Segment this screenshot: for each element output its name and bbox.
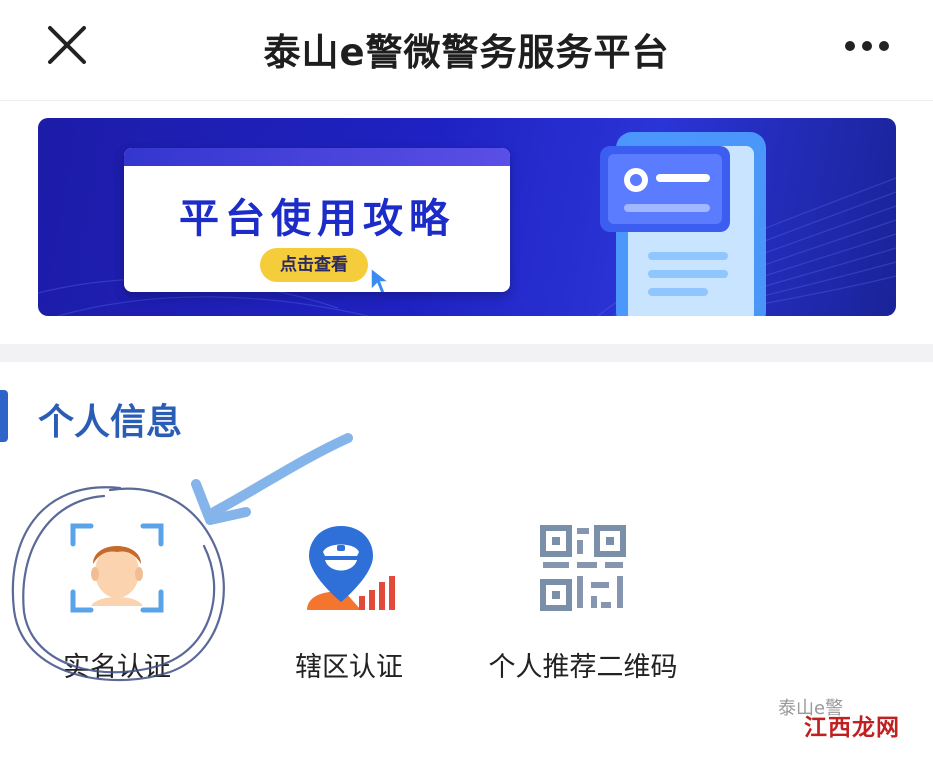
watermark: 泰山e警 江西龙网 [778, 698, 918, 746]
top-bar: 泰山e警微警务服务平台 [0, 0, 933, 101]
watermark-text: 江西龙网 [804, 715, 900, 741]
tile-real-name-auth[interactable]: 实名认证 [12, 520, 222, 688]
cursor-pointer-icon [370, 266, 392, 292]
section-title: 个人信息 [38, 402, 183, 443]
guide-banner[interactable]: 平台使用攻略 点击查看 [38, 118, 896, 316]
banner-card: 平台使用攻略 点击查看 [124, 148, 510, 292]
section-divider [0, 344, 933, 362]
police-location-icon [301, 520, 397, 616]
face-scan-icon [69, 520, 165, 616]
more-dots-icon [845, 41, 889, 51]
page-title: 泰山e警微警务服务平台 [263, 31, 670, 74]
more-button[interactable] [842, 36, 892, 56]
tile-label: 辖区认证 [295, 652, 403, 683]
section-accent-bar [0, 390, 8, 442]
qr-code-icon [535, 520, 631, 616]
phone-illustration-icon [600, 132, 766, 316]
tile-label: 实名认证 [63, 652, 171, 683]
banner-card-strip [124, 148, 510, 166]
tile-referral-qrcode[interactable]: 个人推荐二维码 [478, 520, 688, 688]
banner-headline: 平台使用攻略 [179, 196, 455, 242]
view-guide-button[interactable]: 点击查看 [260, 248, 368, 282]
tile-label: 个人推荐二维码 [488, 652, 678, 683]
tile-jurisdiction-auth[interactable]: 辖区认证 [244, 520, 454, 688]
